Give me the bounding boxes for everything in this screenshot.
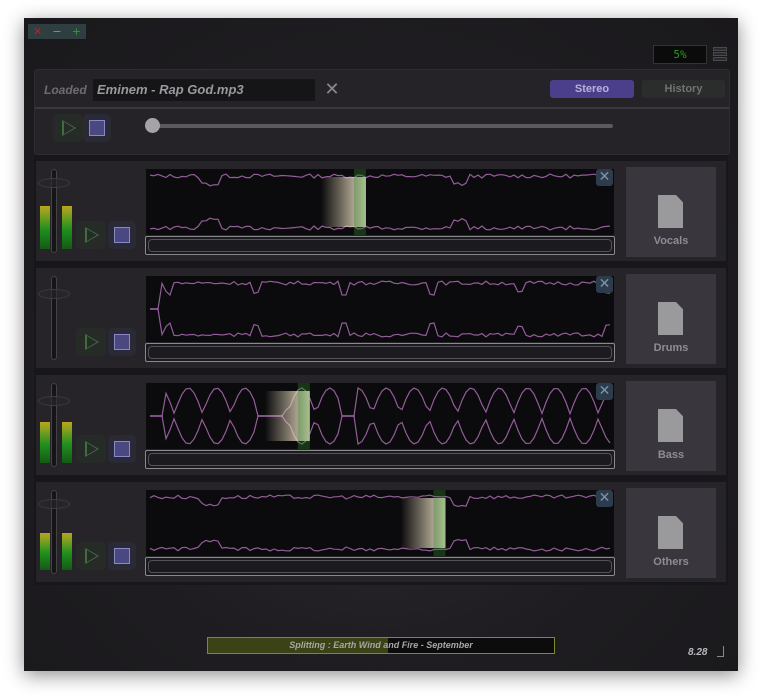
stem-waveform[interactable] <box>146 276 614 342</box>
stem-play-button[interactable] <box>76 328 106 356</box>
app-window: ✕ − + 5% Loaded Eminem - Rap God.mp3 ✕ S… <box>24 18 738 671</box>
stop-icon <box>89 120 105 136</box>
seek-slider-handle[interactable] <box>145 118 160 133</box>
waveform-graphic <box>149 490 611 556</box>
file-icon <box>658 302 683 335</box>
hamburger-menu-icon[interactable] <box>713 47 727 61</box>
volume-fader-handle[interactable] <box>38 395 70 406</box>
waveform-top-line <box>150 387 611 417</box>
stem-overview-waveform[interactable] <box>145 236 615 255</box>
progress-text: Splitting : Earth Wind and Fire - Septem… <box>289 640 473 650</box>
file-icon <box>658 195 683 228</box>
stop-icon <box>114 548 130 564</box>
playhead-marker <box>297 383 310 449</box>
clear-file-icon[interactable]: ✕ <box>324 81 340 99</box>
stem-file-button[interactable]: Drums <box>626 274 716 364</box>
waveform-bottom-line <box>150 308 611 338</box>
stem-row: ✕ Drums <box>36 268 726 368</box>
stem-name: Vocals <box>653 235 689 247</box>
meter-right <box>62 422 72 463</box>
divider <box>35 107 729 109</box>
stop-icon <box>114 334 130 350</box>
stem-stop-button[interactable] <box>108 221 136 249</box>
waveform-top-line <box>149 494 611 508</box>
stem-name: Drums <box>653 342 689 354</box>
file-icon <box>658 409 683 442</box>
tab-history[interactable]: History <box>642 80 725 98</box>
remove-stem-icon[interactable]: ✕ <box>596 383 613 400</box>
volume-fader-handle[interactable] <box>38 178 70 188</box>
stem-waveform[interactable] <box>146 383 614 449</box>
stems-list: ✕ Vocals ✕ Drums ✕ Bass ✕ Others <box>34 155 728 585</box>
playhead-marker <box>433 490 446 556</box>
meter-right <box>62 205 72 249</box>
file-icon <box>658 516 683 549</box>
stem-stop-button[interactable] <box>108 542 136 570</box>
stem-overview-waveform[interactable] <box>145 343 615 362</box>
maximize-window-button[interactable]: + <box>72 24 81 39</box>
stem-row: ✕ Bass <box>36 375 726 475</box>
waveform-bottom-line <box>150 415 611 445</box>
stem-waveform[interactable] <box>146 490 614 556</box>
stem-overview-waveform[interactable] <box>145 557 615 576</box>
waveform-graphic <box>150 383 611 449</box>
stop-icon <box>114 227 130 243</box>
play-icon <box>85 227 99 243</box>
meter-left <box>40 422 50 463</box>
play-icon <box>62 120 76 136</box>
remove-stem-icon[interactable]: ✕ <box>596 169 613 186</box>
play-icon <box>85 548 99 564</box>
stem-waveform[interactable] <box>146 169 614 235</box>
stem-stop-button[interactable] <box>108 328 136 356</box>
waveform-bottom-line <box>149 538 611 552</box>
volume-fader-handle[interactable] <box>38 288 70 299</box>
window-controls: ✕ − + <box>28 24 86 39</box>
stem-play-button[interactable] <box>76 542 106 570</box>
stem-file-button[interactable]: Vocals <box>626 167 716 257</box>
minimize-window-button[interactable]: − <box>52 24 61 39</box>
stem-play-button[interactable] <box>76 435 106 463</box>
meter-left <box>40 532 50 570</box>
stem-play-button[interactable] <box>76 221 106 249</box>
version-label: 8.28 <box>688 647 708 658</box>
volume-fader-handle[interactable] <box>38 499 70 509</box>
play-icon <box>85 441 99 457</box>
loader-panel: Loaded Eminem - Rap God.mp3 ✕ Stereo His… <box>34 69 730 155</box>
loaded-file-field[interactable]: Eminem - Rap God.mp3 <box>93 79 315 101</box>
stem-name: Bass <box>657 449 685 461</box>
resize-grip-icon[interactable] <box>717 646 724 657</box>
stem-stop-button[interactable] <box>108 435 136 463</box>
stop-all-button[interactable] <box>83 114 111 142</box>
waveform-bottom-line <box>149 217 611 231</box>
split-progress-bar: Splitting : Earth Wind and Fire - Septem… <box>207 637 555 654</box>
remove-stem-icon[interactable]: ✕ <box>596 490 613 507</box>
waveform-graphic <box>150 280 611 338</box>
waveform-top-line <box>149 173 611 187</box>
meter-right <box>62 532 72 570</box>
tab-stereo[interactable]: Stereo <box>550 80 634 98</box>
play-icon <box>85 334 99 350</box>
stem-file-button[interactable]: Bass <box>626 381 716 471</box>
playhead-marker <box>353 169 366 235</box>
waveform-graphic <box>149 169 611 235</box>
close-window-button[interactable]: ✕ <box>33 24 42 39</box>
stem-file-button[interactable]: Others <box>626 488 716 578</box>
cpu-usage-readout: 5% <box>653 45 707 64</box>
waveform-top-line <box>150 280 611 310</box>
loaded-label: Loaded <box>44 83 87 97</box>
stem-row: ✕ Vocals <box>36 161 726 261</box>
stem-overview-waveform[interactable] <box>145 450 615 469</box>
remove-stem-icon[interactable]: ✕ <box>596 276 613 293</box>
meter-left <box>40 205 50 249</box>
play-all-button[interactable] <box>53 114 83 142</box>
stop-icon <box>114 441 130 457</box>
stem-row: ✕ Others <box>36 482 726 582</box>
seek-slider-track[interactable] <box>153 124 613 128</box>
stem-name: Others <box>653 556 689 568</box>
